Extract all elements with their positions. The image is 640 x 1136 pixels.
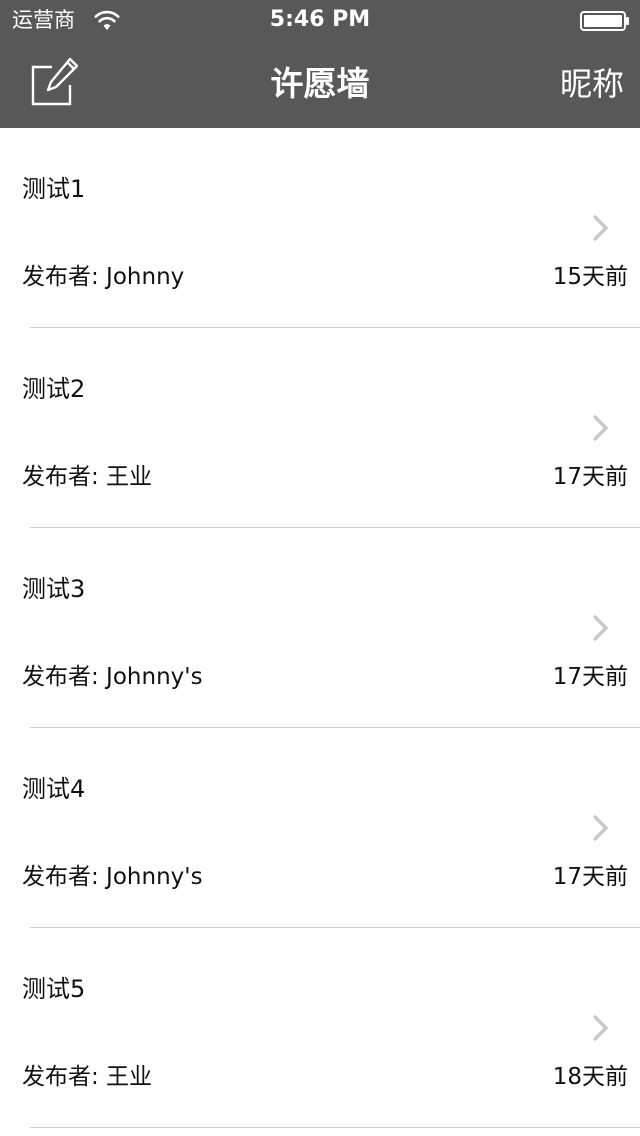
list-item[interactable]: 测试2 发布者: 王业 17天前 xyxy=(0,328,640,528)
item-author: 发布者: Johnny's xyxy=(22,864,203,890)
item-time: 18天前 xyxy=(552,1064,628,1090)
chevron-right-icon xyxy=(593,815,608,841)
item-author: 发布者: Johnny's xyxy=(22,664,203,690)
status-bar: 运营商 5:46 PM xyxy=(0,0,640,40)
chevron-right-icon xyxy=(593,1015,608,1041)
status-time: 5:46 PM xyxy=(269,7,371,32)
chevron-right-icon xyxy=(593,215,608,241)
list-item[interactable]: 测试3 发布者: Johnny's 17天前 xyxy=(0,528,640,728)
item-title: 测试5 xyxy=(22,975,86,1003)
list-item[interactable]: 测试5 发布者: 王业 18天前 xyxy=(0,928,640,1128)
nickname-button[interactable]: 昵称 xyxy=(560,62,624,106)
page-title: 许愿墙 xyxy=(270,64,370,103)
item-time: 15天前 xyxy=(552,264,628,290)
chevron-right-icon xyxy=(593,615,608,641)
item-time: 17天前 xyxy=(552,464,628,490)
chevron-right-icon xyxy=(593,415,608,441)
item-title: 测试3 xyxy=(22,575,86,603)
item-time: 17天前 xyxy=(552,664,628,690)
battery-icon xyxy=(580,11,629,31)
item-title: 测试1 xyxy=(22,175,86,203)
item-title: 测试4 xyxy=(22,775,86,803)
item-author: 发布者: 王业 xyxy=(22,1064,153,1090)
item-title: 测试2 xyxy=(22,375,86,403)
row-divider xyxy=(30,1127,640,1128)
wish-list: 测试1 发布者: Johnny 15天前 测试2 发布者: 王业 17天前 测试… xyxy=(0,128,640,1136)
item-author: 发布者: 王业 xyxy=(22,464,153,490)
list-item[interactable]: 测试1 发布者: Johnny 15天前 xyxy=(0,128,640,328)
item-time: 17天前 xyxy=(552,864,628,890)
navigation-bar: 许愿墙 昵称 xyxy=(0,40,640,128)
item-author: 发布者: Johnny xyxy=(22,264,185,290)
list-item[interactable]: 测试4 发布者: Johnny's 17天前 xyxy=(0,728,640,928)
